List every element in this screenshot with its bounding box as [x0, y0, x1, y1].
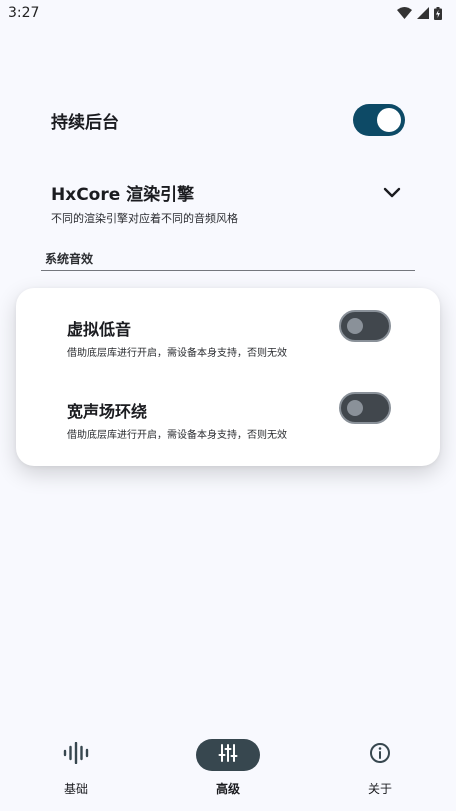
battery-icon — [434, 6, 442, 20]
nav-item-basic[interactable]: 基础 — [16, 739, 136, 797]
nav-label-advanced: 高级 — [215, 782, 240, 796]
system-sound-card: 虚拟低音 借助底层库进行开启，需设备本身支持，否则无效 宽声场环绕 借助底层库进… — [16, 288, 440, 466]
wide-surround-description: 借助底层库进行开启，需设备本身支持，否则无效 — [67, 430, 287, 441]
status-time: 3:27 — [8, 5, 40, 21]
switch-knob — [377, 108, 401, 132]
info-icon — [369, 742, 391, 768]
bottom-navigation: 基础 高级 关于 — [0, 731, 456, 811]
nav-pill[interactable] — [44, 739, 108, 771]
section-title: 系统音效 — [45, 252, 94, 266]
nav-item-about[interactable]: 关于 — [320, 739, 440, 797]
wide-surround-switch[interactable] — [339, 392, 391, 424]
virtual-bass-switch[interactable] — [339, 310, 391, 342]
nav-pill[interactable] — [348, 739, 412, 771]
tune-icon — [218, 743, 238, 767]
wifi-icon — [397, 7, 412, 19]
nav-item-advanced[interactable]: 高级 — [168, 739, 288, 797]
status-bar: 3:27 — [0, 0, 456, 26]
keep-background-label: 持续后台 — [51, 112, 119, 133]
switch-knob — [347, 400, 363, 416]
nav-label-about: 关于 — [367, 782, 392, 796]
status-icons — [397, 6, 442, 20]
nav-label-basic: 基础 — [63, 782, 88, 796]
keep-background-switch[interactable] — [353, 104, 405, 136]
wide-surround-setting[interactable]: 宽声场环绕 借助底层库进行开启，需设备本身支持，否则无效 — [67, 392, 391, 442]
engine-setting[interactable]: HxCore 渲染引擎 不同的渲染引擎对应着不同的音频风格 — [51, 180, 405, 226]
virtual-bass-setting[interactable]: 虚拟低音 借助底层库进行开启，需设备本身支持，否则无效 — [67, 310, 391, 360]
signal-icon — [417, 7, 429, 19]
switch-knob — [347, 318, 363, 334]
waveform-icon — [63, 741, 89, 768]
engine-label: HxCore 渲染引擎 — [51, 185, 195, 205]
virtual-bass-description: 借助底层库进行开启，需设备本身支持，否则无效 — [67, 348, 287, 359]
nav-pill[interactable] — [196, 739, 260, 771]
keep-background-setting[interactable]: 持续后台 — [51, 100, 405, 140]
section-divider — [41, 270, 415, 271]
chevron-down-icon[interactable] — [383, 184, 401, 203]
engine-description: 不同的渲染引擎对应着不同的音频风格 — [51, 212, 238, 225]
